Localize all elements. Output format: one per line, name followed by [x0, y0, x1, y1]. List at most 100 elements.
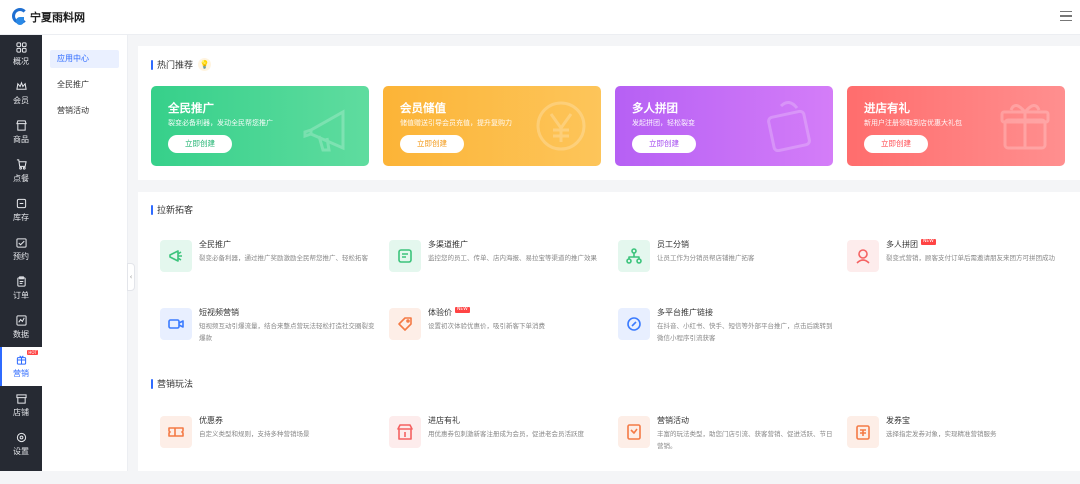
acquire-title-text: 拉新拓客: [157, 206, 194, 216]
hamburger-menu-icon[interactable]: [1060, 11, 1072, 21]
create-now-button[interactable]: 立即创建: [632, 135, 696, 153]
hot-badge: HOT: [27, 350, 38, 355]
hot-card-1[interactable]: 会员储值 储值赠送引导会员充值，提升复购力 立即创建: [383, 86, 601, 166]
app-desc: 选择指定发券对象，实现精准营销服务: [886, 430, 997, 438]
app-icon-box: [389, 416, 421, 448]
subnav-item-0[interactable]: 应用中心: [50, 50, 119, 68]
app-desc: 短视频互动引爆流量，结合来整点营玩法轻松打造社交圈裂变爆款: [199, 322, 375, 342]
section-title-acquire: 拉新拓客: [151, 203, 193, 216]
app-icon-box: [618, 308, 650, 340]
sidebar-item-2[interactable]: 商品: [0, 113, 42, 152]
sidebar-item-8[interactable]: 营销 HOT: [0, 347, 42, 386]
lightbulb-icon: 💡: [198, 58, 212, 71]
crown-icon: [15, 81, 27, 90]
card-title: 会员储值: [400, 101, 446, 115]
app-name: 员工分销: [657, 239, 689, 250]
link-icon: [627, 317, 641, 331]
marketing-app-item[interactable]: 发券宝选择指定发券对象，实现精准营销服务: [847, 416, 1076, 484]
app-name-text: 进店有礼: [428, 416, 460, 425]
app-icon-box: [160, 240, 192, 272]
channel-icon: [398, 249, 412, 263]
sidebar-item-7[interactable]: 数据: [0, 308, 42, 347]
sidebar-item-0[interactable]: 概况: [0, 35, 42, 74]
acquire-app-item[interactable]: 多人拼团 NEW 裂变式营销，顾客支付订单后需邀请朋友来团方可拼团成功: [847, 239, 1076, 308]
app-icon-box: [160, 308, 192, 340]
sidebar-item-label: 会员: [13, 96, 29, 105]
shop-icon: [15, 394, 27, 404]
hot-card-0[interactable]: 全民推广 裂变必备利器，发动全民帮您推广 立即创建: [151, 86, 369, 166]
coupon-icon: [168, 427, 184, 437]
sidebar-item-label: 点餐: [13, 174, 29, 183]
hot-card-3[interactable]: 进店有礼 新用户注册领取到店优惠大礼包 立即创建: [847, 86, 1065, 166]
network-icon: [626, 248, 642, 264]
new-badge: NEW: [455, 307, 470, 313]
sidebar-item-label: 数据: [13, 330, 29, 339]
sidebar-item-10[interactable]: 设置: [0, 425, 42, 464]
acquire-app-item[interactable]: 全民推广 裂变必备利器，通过推广奖励激励全民帮您推广、轻松拓客: [160, 240, 389, 308]
acquire-app-item[interactable]: 多渠道推广监控您的员工、传单、店内海报、易拉宝等渠道的推广效果: [389, 240, 618, 308]
video-icon: [168, 319, 184, 329]
app-name-text: 员工分销: [657, 240, 689, 249]
collapse-subnav-button[interactable]: ‹: [127, 263, 135, 291]
app-icon-box: [618, 416, 650, 448]
card-title: 多人拼团: [632, 101, 678, 115]
acquire-grid: 全民推广 裂变必备利器，通过推广奖励激励全民帮您推广、轻松拓客 多渠道推广 监控您的员…: [160, 239, 1080, 376]
app-desc: 自定义类型和规则，支持多种营销场景: [199, 430, 310, 438]
sub-navigation: 应用中心全民推广营销活动: [42, 35, 128, 471]
app-desc: 监控您的员工、传单、店内海报、易拉宝等渠道的推广效果: [428, 254, 597, 262]
section-title-hot: 热门推荐 💡: [151, 58, 212, 71]
store-icon: [15, 120, 27, 131]
megaphone-icon: [169, 250, 182, 262]
main-sidebar: 概况会员商品点餐库存预约订单数据营销 HOT 店铺设置: [0, 35, 42, 471]
gift-icon: [16, 355, 26, 365]
sidebar-item-label: 概况: [13, 57, 29, 66]
card-desc: 裂变必备利器，发动全民帮您推广: [168, 119, 273, 127]
box-icon: [16, 198, 26, 209]
sidebar-item-label: 库存: [13, 213, 29, 222]
app-name: 多平台推广链接: [657, 307, 713, 318]
create-now-button[interactable]: 立即创建: [400, 135, 464, 153]
app-desc: 用优惠券包刺激新客注册成为会员，促进老会员活跃度: [428, 430, 584, 438]
app-desc: 在抖音、小红书、快手、短信等外部平台推广，点击后跳转到微信小程序引流获客: [657, 322, 833, 342]
app-name: 体验价 NEW: [428, 307, 470, 318]
marketing-app-item[interactable]: 进店有礼用优惠券包刺激新客注册成为会员，促进老会员活跃度: [389, 416, 618, 484]
acquire-app-item[interactable]: 体验价 NEW 设置初次体验优惠价，吸引新客下单消费: [389, 307, 618, 376]
sidebar-item-3[interactable]: 点餐: [0, 152, 42, 191]
app-name-text: 营销活动: [657, 416, 689, 425]
yen-icon: [536, 101, 586, 151]
sidebar-item-label: 预约: [13, 252, 29, 261]
apps-panel: 拉新拓客 全民推广 裂变必备利器，通过推广奖励激励全民帮您推广、轻松拓客 多渠道推广…: [138, 192, 1080, 471]
acquire-app-item[interactable]: 多平台推广链接在抖音、小红书、快手、短信等外部平台推广，点击后跳转到微信小程序引…: [618, 308, 847, 376]
subnav-item-1[interactable]: 全民推广: [50, 76, 119, 94]
app-name: 进店有礼: [428, 415, 460, 426]
hot-card-2[interactable]: 多人拼团 发起拼团，轻松裂变 立即创建: [615, 86, 833, 166]
app-desc: 让员工作为分销员帮店铺推广拓客: [657, 254, 755, 262]
sidebar-item-4[interactable]: 库存: [0, 191, 42, 230]
acquire-app-item[interactable]: 员工分销让员工作为分销员帮店铺推广拓客: [618, 240, 847, 308]
create-now-button[interactable]: 立即创建: [864, 135, 928, 153]
subnav-item-2[interactable]: 营销活动: [50, 102, 119, 120]
acquire-app-item[interactable]: 短视频营销短视频互动引爆流量，结合来整点营玩法轻松打造社交圈裂变爆款: [160, 308, 389, 376]
marketing-app-item[interactable]: 营销活动 丰富的玩法类型，助您门店引流、获客营销、促进活跃、节日营销。: [618, 416, 847, 484]
app-name-text: 体验价: [428, 308, 452, 317]
app-icon-box: [160, 416, 192, 448]
marketing-app-item[interactable]: 优惠券 自定义类型和规则，支持多种营销场景: [160, 416, 389, 484]
app-name-text: 短视频营销: [199, 308, 239, 317]
create-now-button[interactable]: 立即创建: [168, 135, 232, 153]
app-name: 发券宝: [886, 415, 910, 426]
brand-logo[interactable]: 宁夏雨料网: [10, 7, 85, 27]
sidebar-item-1[interactable]: 会员: [0, 74, 42, 113]
sidebar-item-label: 商品: [13, 135, 29, 144]
app-name-text: 多人拼团: [886, 240, 918, 249]
sidebar-item-label: 店铺: [13, 408, 29, 417]
marketing-title-text: 营销玩法: [157, 380, 194, 390]
store-gift-icon: [397, 424, 413, 440]
app-name: 短视频营销: [199, 307, 239, 318]
cart-icon: [16, 159, 27, 170]
sidebar-item-5[interactable]: 预约: [0, 230, 42, 269]
app-icon-box: [389, 240, 421, 272]
app-icon-box: [389, 308, 421, 340]
sidebar-item-6[interactable]: 订单: [0, 269, 42, 308]
sidebar-item-9[interactable]: 店铺: [0, 386, 42, 425]
app-name: 多渠道推广: [428, 239, 468, 250]
